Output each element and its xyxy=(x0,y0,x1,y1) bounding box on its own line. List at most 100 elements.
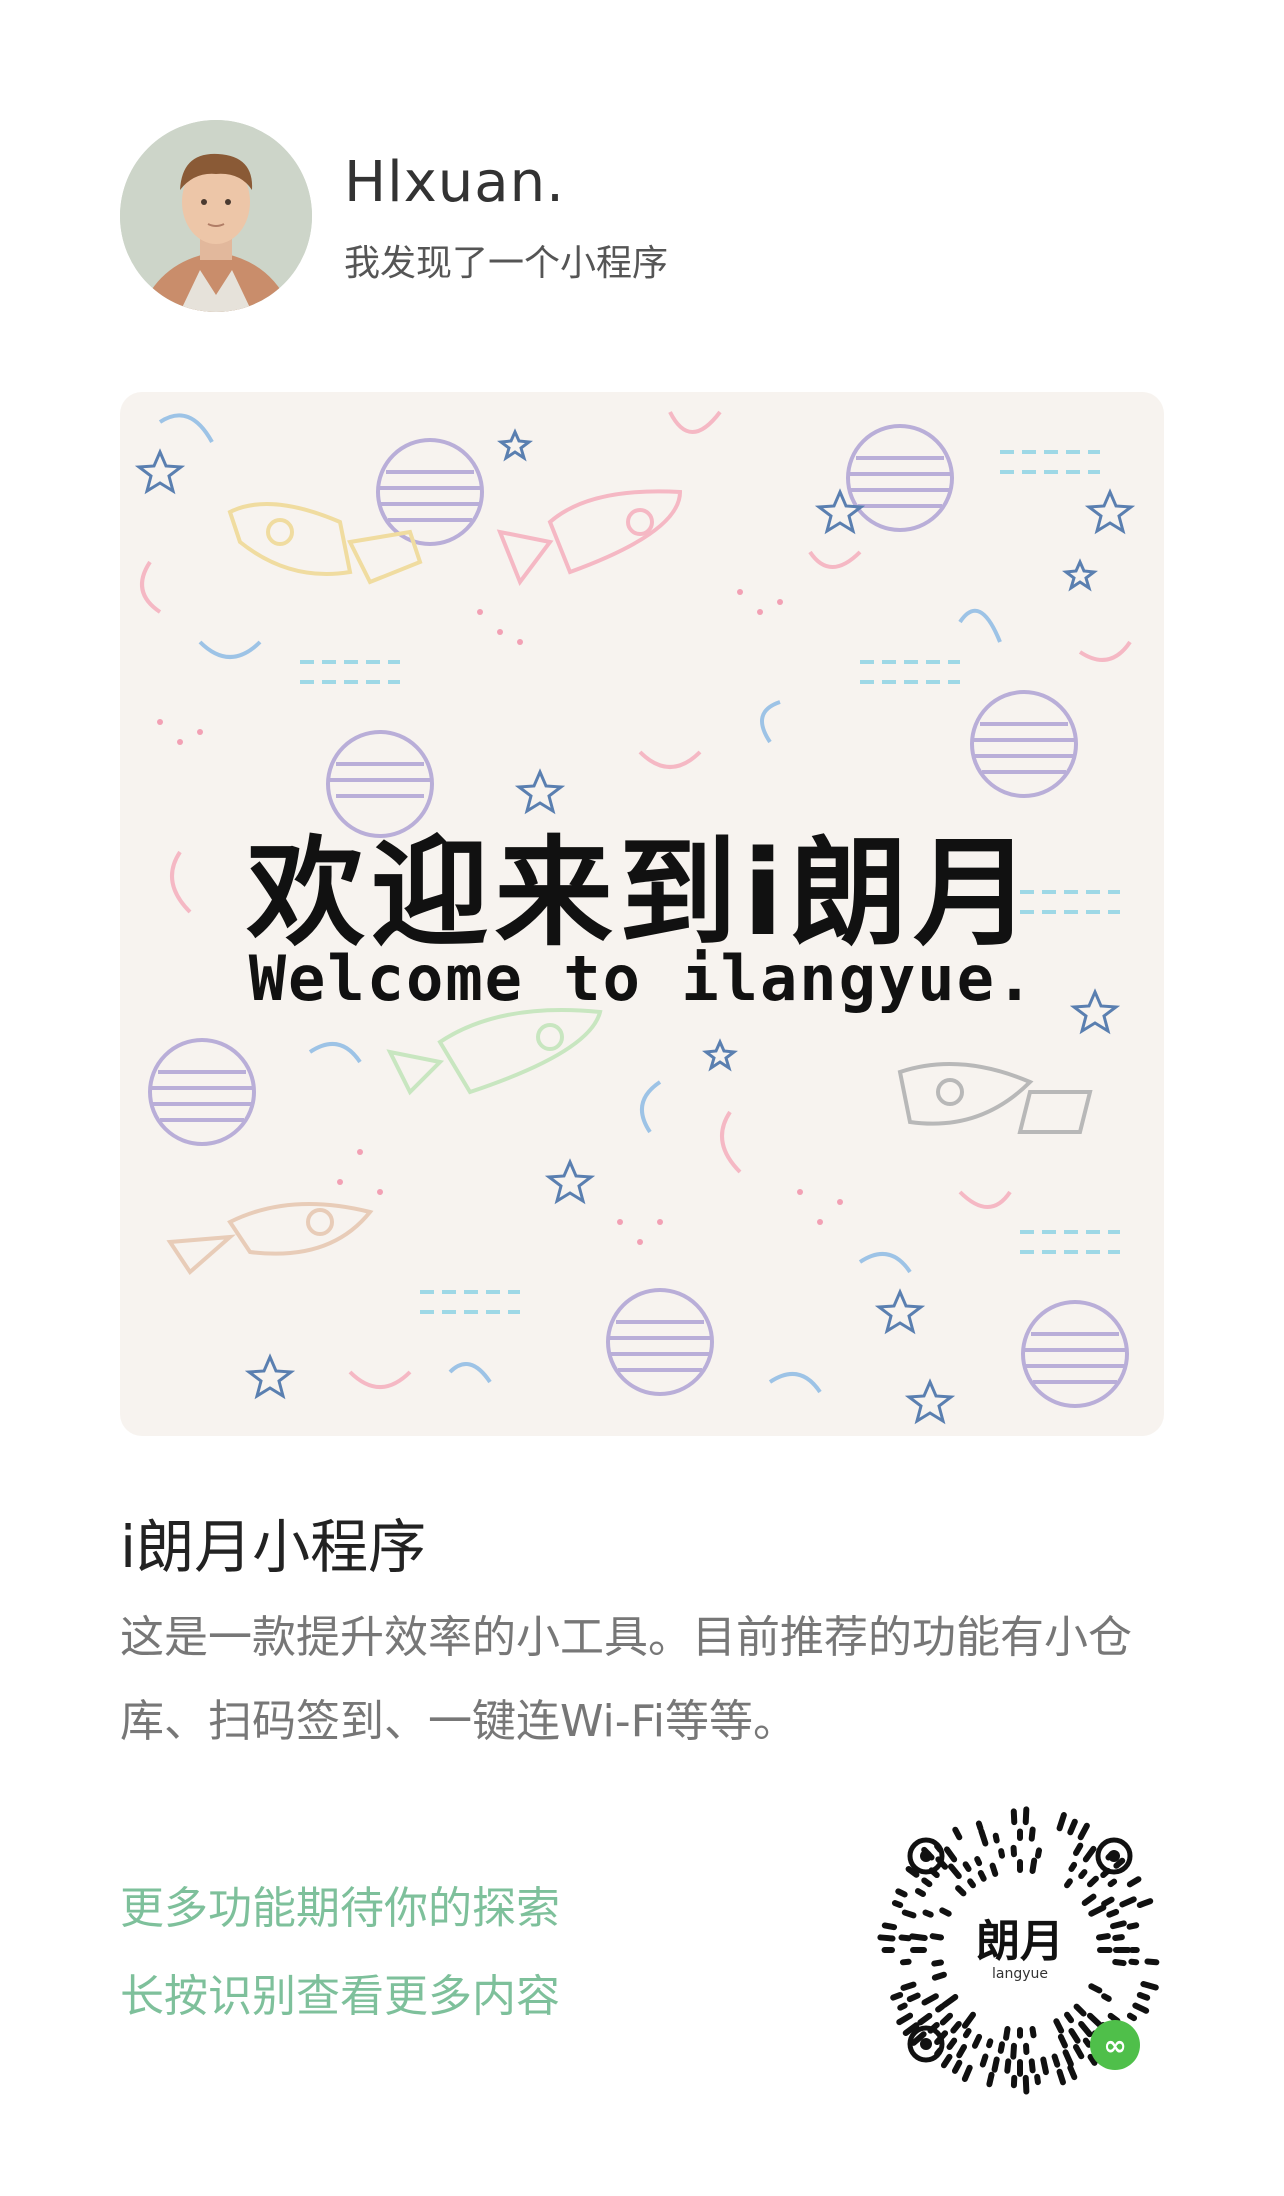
qr-module xyxy=(1086,2012,1103,2028)
qr-module xyxy=(1064,1878,1073,1889)
qr-module xyxy=(896,2012,914,2026)
qr-module xyxy=(935,2003,946,2013)
qr-module xyxy=(1064,2011,1075,2024)
qr-module xyxy=(986,2038,994,2049)
arc-shape xyxy=(198,640,262,659)
qr-module xyxy=(986,2071,995,2088)
qr-module xyxy=(1073,2003,1087,2017)
planet-icon xyxy=(1021,1300,1129,1408)
arc-shape xyxy=(640,1080,662,1134)
qr-module xyxy=(895,1888,908,1898)
qr-module xyxy=(891,1900,904,1909)
qr-module xyxy=(946,2037,958,2051)
avatar[interactable] xyxy=(120,120,312,312)
qr-module xyxy=(992,1832,1000,1844)
qr-module xyxy=(1101,1896,1115,1907)
qr-module xyxy=(974,1856,983,1867)
qr-module xyxy=(979,2053,989,2068)
qr-module xyxy=(1057,2033,1068,2049)
qr-module xyxy=(962,2028,972,2039)
qr-module xyxy=(1132,2002,1150,2014)
username: Hlxuan. xyxy=(344,150,565,215)
planet-icon xyxy=(148,1038,256,1146)
qr-module xyxy=(1034,1847,1042,1859)
qr-module xyxy=(1113,1857,1126,1869)
qr-module xyxy=(914,1888,927,1897)
qr-module xyxy=(922,1909,934,1918)
qr-module xyxy=(1119,1896,1137,1908)
arc-shape xyxy=(958,1190,1012,1209)
banner-title-en: Welcome to ilangyue. xyxy=(248,942,1036,1015)
app-description: 这是一款提升效率的小工具。目前推荐的功能有小仓库、扫码签到、一键连Wi-Fi等等… xyxy=(120,1612,1132,1747)
qr-module xyxy=(940,2053,953,2069)
qr-logo: 朗月 langyue xyxy=(945,1875,1095,2025)
qr-module xyxy=(1040,2056,1049,2076)
qr-module xyxy=(1034,2073,1041,2086)
qr-module xyxy=(961,2011,976,2029)
qr-module xyxy=(1128,1958,1140,1966)
qr-module xyxy=(943,1846,958,1863)
qr-module xyxy=(1082,1845,1097,1863)
arc-shape xyxy=(768,1372,822,1394)
qr-module xyxy=(931,1971,947,1981)
qr-module xyxy=(1140,1981,1159,1991)
arc-shape xyxy=(668,410,722,434)
qr-module xyxy=(929,1933,944,1941)
qr-module xyxy=(1062,2049,1074,2068)
qr-module xyxy=(898,1934,912,1942)
qr-module xyxy=(1126,1876,1142,1888)
qr-module xyxy=(947,1863,962,1880)
rocket-icon xyxy=(496,489,683,587)
qr-module xyxy=(1086,1875,1099,1888)
qr-module xyxy=(1078,2020,1093,2038)
qr-module xyxy=(906,1992,921,2003)
avatar-image xyxy=(120,120,312,312)
qr-module xyxy=(1081,1893,1097,1906)
qr-module xyxy=(901,1909,917,1919)
qr-module xyxy=(1004,2058,1012,2074)
qr-module xyxy=(950,2020,962,2034)
qr-module xyxy=(1028,1826,1036,1842)
qr-module xyxy=(1144,1958,1160,1966)
qr-module xyxy=(978,1828,989,1847)
qr-module xyxy=(1101,1993,1112,2002)
qr-module xyxy=(1068,1861,1078,1872)
qr-module xyxy=(956,2043,967,2059)
qr-module xyxy=(1082,2037,1092,2048)
qr-module xyxy=(962,1861,972,1872)
rocket-icon xyxy=(897,1062,1093,1134)
qr-module xyxy=(877,1934,896,1942)
mini-program-qr-code[interactable]: 朗月 langyue ∞ xyxy=(870,1800,1170,2100)
qr-module xyxy=(899,1958,912,1966)
qr-module xyxy=(941,1994,959,2008)
qr-module xyxy=(1022,1806,1030,1826)
qr-module xyxy=(921,1993,939,2006)
qr-module xyxy=(1029,2026,1037,2039)
qr-module xyxy=(1126,1922,1140,1930)
qr-module xyxy=(900,1981,917,1991)
qr-module xyxy=(951,2059,963,2074)
qr-module xyxy=(921,1877,933,1888)
arc-shape xyxy=(638,750,702,769)
qr-module xyxy=(1073,2043,1085,2060)
qr-module xyxy=(1136,1898,1154,1909)
arc-shape xyxy=(158,413,214,443)
rocket-icon xyxy=(166,1202,374,1276)
qr-module xyxy=(1096,1933,1111,1941)
app-title: i朗月小程序 xyxy=(120,1513,427,1581)
qr-module xyxy=(1022,2074,1030,2095)
qr-module xyxy=(989,1862,999,1877)
qr-module xyxy=(897,2002,908,2011)
banner-image[interactable]: 欢迎来到i朗月 Welcome to ilangyue. xyxy=(120,392,1164,1436)
qr-module xyxy=(1112,1934,1125,1941)
qr-module xyxy=(1073,1842,1084,1857)
share-text: 我发现了一个小程序 xyxy=(344,243,669,284)
qr-logo-sub: langyue xyxy=(992,1966,1048,1982)
qr-module xyxy=(1078,1869,1088,1880)
qr-module xyxy=(1003,2026,1011,2041)
arc-shape xyxy=(720,1110,742,1174)
qr-module xyxy=(1136,1991,1151,2001)
qr-logo-text: 朗月 xyxy=(976,1916,1064,1967)
long-press-hint: 长按识别查看更多内容 xyxy=(120,1971,560,2022)
qr-module xyxy=(1126,2012,1138,2022)
